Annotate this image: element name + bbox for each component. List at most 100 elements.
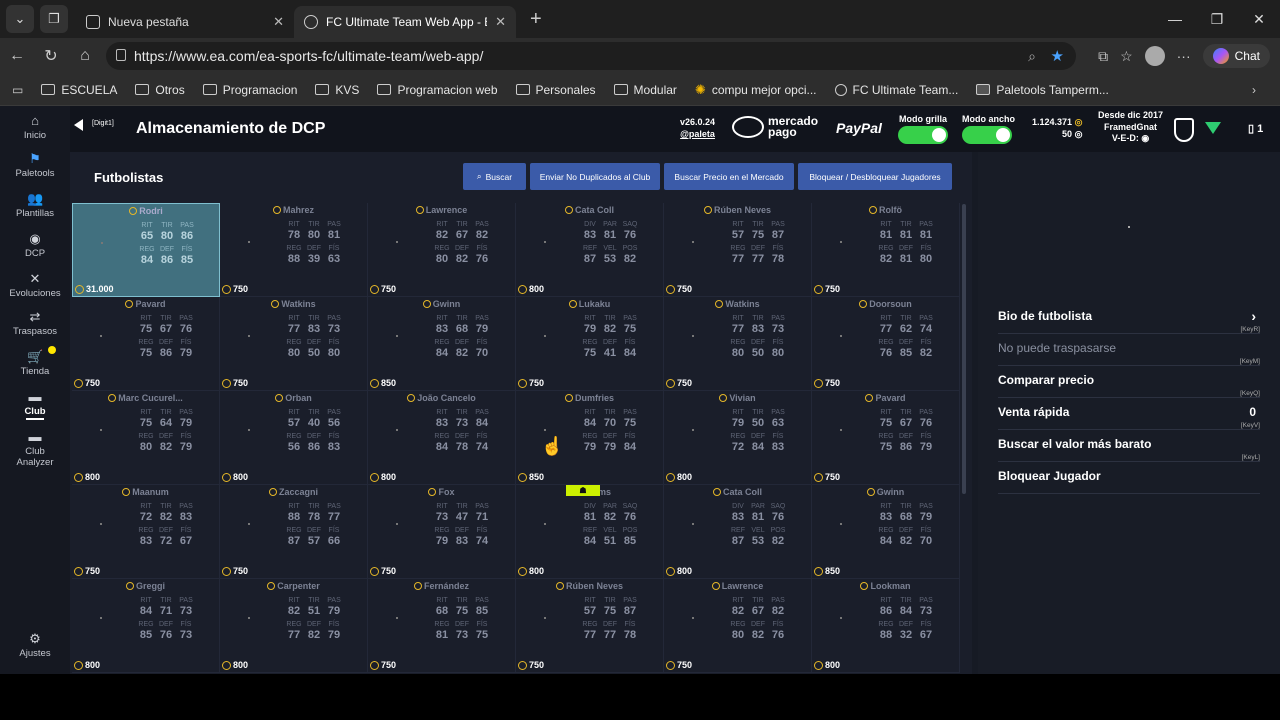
- tab-new[interactable]: Nueva pestaña ✕: [76, 6, 294, 38]
- panel-action-item[interactable]: Buscar el valor más barato [KeyV]: [998, 422, 1260, 462]
- bookmark-kvs[interactable]: KVS: [315, 83, 359, 97]
- search-market-price-button[interactable]: Buscar Precio en el Mercado: [664, 163, 794, 190]
- player-card[interactable]: Gwinn RIT TIR PAS 83 68 79 REG DEF FÍS 84 82 70 850: [812, 485, 960, 579]
- workspaces-button[interactable]: ❐: [40, 5, 68, 33]
- favorite-star-icon[interactable]: ★: [1051, 47, 1064, 65]
- paypal-logo[interactable]: PayPal: [836, 120, 882, 136]
- close-window-icon[interactable]: ✕: [1238, 11, 1280, 28]
- back-arrow-icon[interactable]: [74, 119, 83, 131]
- player-card[interactable]: Doorsoun RIT TIR PAS 77 62 74 REG DEF FÍS 76 85 82 75…: [812, 297, 960, 391]
- sidebar-item-club[interactable]: ▬ Club: [0, 390, 70, 420]
- favorites-icon[interactable]: ☆: [1120, 48, 1133, 65]
- search-button[interactable]: ⌕ Buscar: [463, 163, 526, 190]
- player-card[interactable]: Cata Coll DIV PAR SAQ 83 81 76 REF VEL POS 87 53 82 8…: [516, 203, 664, 297]
- player-card[interactable]: Mahrez RIT TIR PAS 78 80 81 REG DEF FÍS 88 39 63 750: [220, 203, 368, 297]
- collections-icon[interactable]: ▭: [12, 83, 23, 97]
- toggle-switch[interactable]: [962, 126, 1012, 144]
- bookmark-escuela[interactable]: ESCUELA: [41, 83, 117, 97]
- player-card[interactable]: Lookman RIT TIR PAS 86 84 73 REG DEF FÍS 88 32 67 800: [812, 579, 960, 673]
- sidebar-item-evoluciones[interactable]: ✕ Evoluciones: [0, 272, 70, 300]
- player-card[interactable]: Dumfries RIT TIR PAS 84 70 75 REG DEF FÍS 79 79 84 85…: [516, 391, 664, 485]
- bookmark-otros[interactable]: Otros: [135, 83, 185, 97]
- panel-action-item[interactable]: Bloquear Jugador [KeyL]: [998, 454, 1260, 494]
- player-card[interactable]: Pavard RIT TIR PAS 75 67 76 REG DEF FÍS 75 86 79 750: [812, 391, 960, 485]
- player-name-text: Maanum: [132, 487, 169, 497]
- sidebar-item-tienda[interactable]: 🛒 Tienda: [0, 350, 70, 378]
- player-card[interactable]: Rúben Neves RIT TIR PAS 57 75 87 REG DEF FÍS 77 77 7…: [516, 579, 664, 673]
- bookmark-compu[interactable]: ✺ compu mejor opci...: [695, 82, 817, 98]
- stat-label: FÍS: [328, 245, 340, 252]
- player-card[interactable]: Vivian RIT TIR PAS 79 50 63 REG DEF FÍS 72 84 83 800: [664, 391, 812, 485]
- player-card[interactable]: Maanum RIT TIR PAS 72 82 83 REG DEF FÍS 83 72 67 750: [72, 485, 220, 579]
- player-card[interactable]: Zaccagni RIT TIR PAS 88 78 77 REG DEF FÍS 87 57 66 75…: [220, 485, 368, 579]
- home-icon[interactable]: ⌂: [68, 47, 102, 65]
- bookmark-programacion-web[interactable]: Programacion web: [377, 83, 498, 97]
- stat-value: 81: [751, 511, 765, 523]
- bookmark-programacion[interactable]: Programacion: [202, 83, 297, 97]
- player-name-text: Zaccagni: [278, 487, 318, 497]
- url-field[interactable]: https://www.ea.com/ea-sports-fc/ultimate…: [106, 42, 1076, 70]
- bookmark-personales[interactable]: Personales: [515, 83, 596, 97]
- minimize-icon[interactable]: —: [1154, 11, 1196, 27]
- sidebar-item-traspasos[interactable]: ⇄ Traspasos: [0, 310, 70, 338]
- mercado-pago-logo[interactable]: mercado pago: [732, 115, 818, 138]
- tab-fc-web-app[interactable]: FC Ultimate Team Web App - EA S ✕: [294, 6, 516, 38]
- player-card[interactable]: Fox RIT TIR PAS 73 47 71 REG DEF FÍS 79 83 74 750: [368, 485, 516, 579]
- back-icon[interactable]: ←: [0, 47, 34, 65]
- sidebar-item-plantillas[interactable]: 👥 Plantillas: [0, 192, 70, 220]
- author-link[interactable]: @paleta: [680, 128, 715, 140]
- bookmark-modular[interactable]: Modular: [613, 83, 677, 97]
- panel-action-item[interactable]: Bio de futbolista ›: [998, 302, 1260, 334]
- player-card[interactable]: Watkins RIT TIR PAS 77 83 73 REG DEF FÍS 80 50 80 750: [664, 297, 812, 391]
- sidebar-item-inicio[interactable]: ⌂ Inicio: [0, 114, 70, 142]
- profile-avatar[interactable]: [1144, 46, 1165, 66]
- stat-value: 75: [751, 229, 765, 241]
- reload-icon[interactable]: ↻: [34, 46, 68, 66]
- panel-action-item[interactable]: Venta rápida [KeyQ] 0: [998, 390, 1260, 430]
- player-card[interactable]: João Cancelo RIT TIR PAS 83 73 84 REG DEF FÍS 84 78…: [368, 391, 516, 485]
- sidebar-item-club-analyzer[interactable]: ▬ Club Analyzer: [0, 430, 70, 469]
- stat-values-top: 79 82 75: [580, 323, 640, 336]
- player-card[interactable]: Gwinn RIT TIR PAS 83 68 79 REG DEF FÍS 84 82 70 850: [368, 297, 516, 391]
- toggle-grid-mode[interactable]: Modo grilla: [898, 114, 948, 144]
- tab-actions-button[interactable]: ⌄: [6, 5, 34, 33]
- player-card[interactable]: Orban RIT TIR PAS 57 40 56 REG DEF FÍS 56 86 83 800: [220, 391, 368, 485]
- extensions-icon[interactable]: ⧉: [1098, 48, 1108, 65]
- player-card[interactable]: Cata Coll DIV PAR SAQ 83 81 76 REF VEL POS 87 53 82 8…: [664, 485, 812, 579]
- bookmark-fc-ultimate-team[interactable]: FC Ultimate Team...: [834, 83, 958, 97]
- player-card[interactable]: Greggi RIT TIR PAS 84 71 73 REG DEF FÍS 85 76 73 800: [72, 579, 220, 673]
- sidebar-item-ajustes[interactable]: ⚙ Ajustes: [0, 632, 70, 660]
- stat-label: PAS: [475, 409, 489, 416]
- more-icon[interactable]: ···: [1177, 48, 1191, 64]
- player-card[interactable]: Marc Cucurel... RIT TIR PAS 75 64 79 REG DEF FÍS 8…: [72, 391, 220, 485]
- maximize-icon[interactable]: ❐: [1196, 11, 1238, 28]
- player-card[interactable]: Rolfö RIT TIR PAS 81 81 81 REG DEF FÍS 82 81 80 750: [812, 203, 960, 297]
- send-non-duplicates-button[interactable]: Enviar No Duplicados al Club: [530, 163, 660, 190]
- grid-scrollbar[interactable]: [962, 204, 966, 494]
- player-card[interactable]: FrohmsDIVPARSAQ818276REFVELPOS845185800☗: [516, 485, 664, 579]
- chat-button[interactable]: Chat: [1202, 44, 1270, 68]
- sidebar-item-paletools[interactable]: ⚑ Paletools: [0, 152, 70, 180]
- player-card[interactable]: Fernández RIT TIR PAS 68 75 85 REG DEF FÍS 81 73 75 7…: [368, 579, 516, 673]
- chevron-right-icon[interactable]: ›: [1252, 83, 1256, 97]
- player-card[interactable]: Watkins RIT TIR PAS 77 83 73 REG DEF FÍS 80 50 80 750: [220, 297, 368, 391]
- zoom-icon[interactable]: ⌕: [1028, 48, 1036, 65]
- stat-value: 84: [879, 535, 893, 547]
- panel-action-item[interactable]: Comparar precio [KeyM]: [998, 358, 1260, 398]
- player-card[interactable]: Carpenter RIT TIR PAS 82 51 79 REG DEF FÍS 77 82 79 8…: [220, 579, 368, 673]
- lock-unlock-players-button[interactable]: Bloquear / Desbloquear Jugadores: [798, 163, 952, 190]
- player-card[interactable]: Lawrence RIT TIR PAS 82 67 82 REG DEF FÍS 80 82 76 75…: [368, 203, 516, 297]
- toggle-wide-mode[interactable]: Modo ancho: [962, 114, 1015, 144]
- player-card[interactable]: Rúben Neves RIT TIR PAS 57 75 87 REG DEF FÍS 77 77 7…: [664, 203, 812, 297]
- close-tab-icon[interactable]: ✕: [273, 14, 284, 30]
- sidebar-item-dcp[interactable]: ◉ DCP: [0, 232, 70, 260]
- close-tab-icon[interactable]: ✕: [495, 14, 506, 30]
- bookmark-paletools[interactable]: Paletools Tamperm...: [976, 83, 1109, 97]
- player-card[interactable]: Rodri RIT TIR PAS 65 80 86 REG DEF FÍS 84 86 85 31.00…: [72, 203, 220, 297]
- player-card[interactable]: Pavard RIT TIR PAS 75 67 76 REG DEF FÍS 75 86 79 750: [72, 297, 220, 391]
- player-card[interactable]: Lawrence RIT TIR PAS 82 67 82 REG DEF FÍS 80 82 76 75…: [664, 579, 812, 673]
- new-tab-icon[interactable]: +: [530, 8, 542, 31]
- stat-value: 50: [751, 347, 765, 359]
- player-card[interactable]: Lukaku RIT TIR PAS 79 82 75 REG DEF FÍS 75 41 84 750: [516, 297, 664, 391]
- toggle-switch[interactable]: [898, 126, 948, 144]
